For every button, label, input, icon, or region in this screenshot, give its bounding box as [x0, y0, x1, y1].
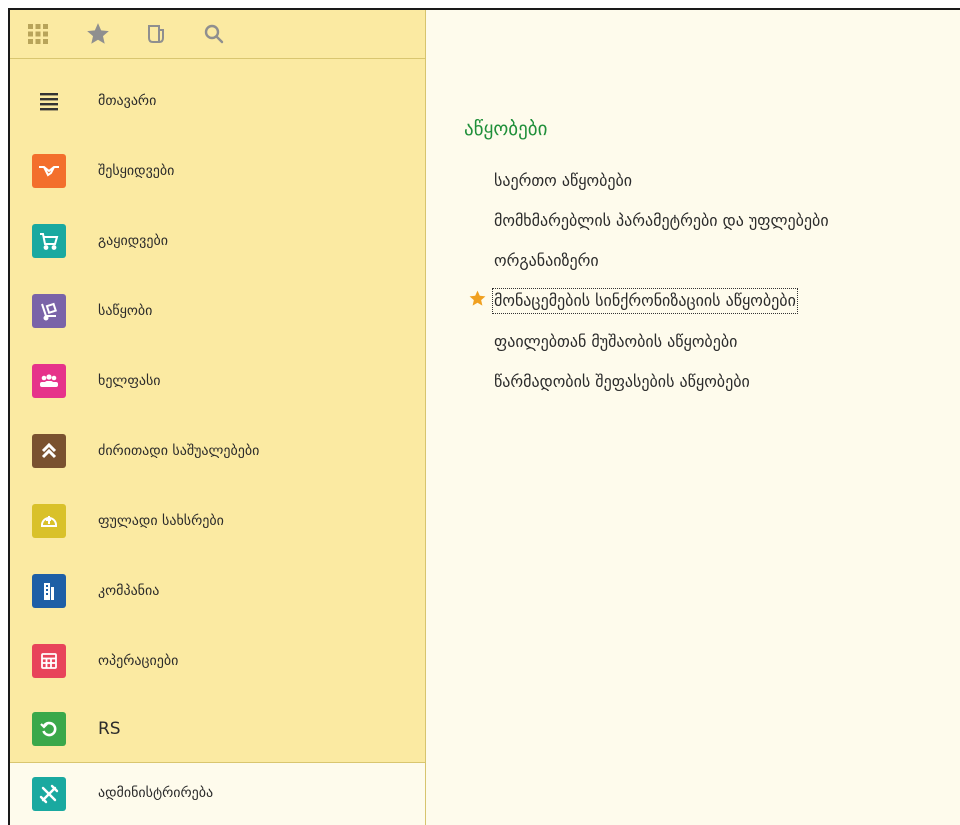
search-icon[interactable] — [200, 20, 228, 48]
sidebar-item-label: ადმინისტრირება — [98, 785, 214, 801]
coin-icon — [32, 504, 66, 538]
sidebar-item-warehouse[interactable]: საწყობი — [10, 281, 425, 341]
sidebar-item-rs[interactable]: RS — [10, 699, 425, 759]
sidebar-toolbar — [10, 10, 425, 59]
cart-icon — [32, 224, 66, 258]
menu-lines-icon — [32, 84, 66, 118]
tools-icon — [32, 777, 66, 811]
settings-link-organizer[interactable]: ორგანაიზერი — [494, 250, 599, 272]
sidebar-item-label: მთავარი — [98, 93, 157, 109]
page-title: აწყობები — [464, 118, 548, 140]
sidebar-item-label: ხელფასი — [98, 373, 161, 389]
sidebar-item-label: შესყიდვები — [98, 163, 175, 179]
sidebar-item-fixed-assets[interactable]: ძირითადი საშუალებები — [10, 421, 425, 481]
sidebar-item-label: RS — [98, 719, 121, 739]
refresh-icon — [32, 712, 66, 746]
handshake-icon — [32, 154, 66, 188]
app-window: მთავარი შესყიდვები გაყიდვები საწყობი ხელ… — [8, 8, 960, 825]
apps-grid-icon[interactable] — [24, 20, 52, 48]
sidebar-item-cash[interactable]: ფულადი სახსრები — [10, 491, 425, 551]
sidebar-item-label: გაყიდვები — [98, 233, 168, 249]
sidebar-item-label: საწყობი — [98, 303, 153, 319]
chevrons-up-icon — [32, 434, 66, 468]
sidebar-item-salary[interactable]: ხელფასი — [10, 351, 425, 411]
settings-link-files[interactable]: ფაილებთან მუშაობის აწყობები — [494, 331, 737, 353]
favorite-star-icon[interactable] — [468, 289, 487, 312]
sidebar-item-label: ძირითადი საშუალებები — [98, 443, 260, 459]
calculator-icon — [32, 644, 66, 678]
settings-link-performance[interactable]: წარმადობის შეფასების აწყობები — [494, 371, 750, 393]
sidebar-item-main[interactable]: მთავარი — [10, 71, 425, 131]
settings-link-data-sync[interactable]: მონაცემების სინქრონიზაციის აწყობები — [492, 288, 798, 314]
star-icon[interactable] — [84, 20, 112, 48]
sidebar-item-company[interactable]: კომპანია — [10, 561, 425, 621]
building-icon — [32, 574, 66, 608]
settings-link-user-parameters[interactable]: მომხმარებლის პარამეტრები და უფლებები — [494, 210, 829, 232]
sidebar-item-label: ოპერაციები — [98, 653, 179, 669]
sidebar-item-operations[interactable]: ოპერაციები — [10, 631, 425, 691]
settings-link-general[interactable]: საერთო აწყობები — [494, 170, 632, 192]
sidebar-item-label: ფულადი სახსრები — [98, 513, 224, 529]
history-icon[interactable] — [142, 20, 170, 48]
sidebar-item-sales[interactable]: გაყიდვები — [10, 211, 425, 271]
sidebar: მთავარი შესყიდვები გაყიდვები საწყობი ხელ… — [10, 10, 426, 825]
people-icon — [32, 364, 66, 398]
dolly-icon — [32, 294, 66, 328]
content-panel: აწყობები საერთო აწყობები მომხმარებლის პა… — [426, 10, 960, 825]
sidebar-item-administration[interactable]: ადმინისტრირება — [10, 762, 425, 825]
sidebar-item-label: კომპანია — [98, 583, 160, 599]
sidebar-item-purchases[interactable]: შესყიდვები — [10, 141, 425, 201]
